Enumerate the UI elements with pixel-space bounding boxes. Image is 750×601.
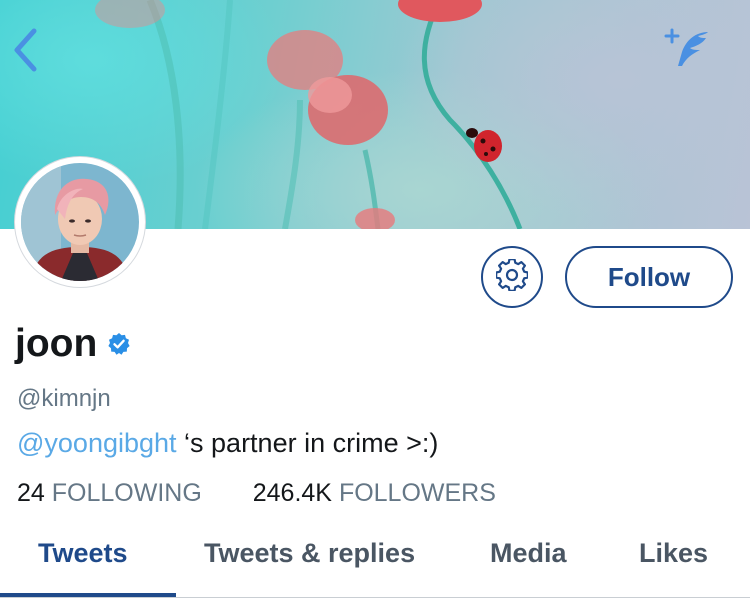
display-name-text: joon — [15, 322, 98, 365]
followers-label: FOLLOWERS — [338, 479, 496, 507]
following-stat[interactable]: 24 FOLLOWING — [17, 477, 202, 509]
compose-tweet-button[interactable] — [662, 26, 722, 76]
following-count: 24 — [17, 479, 45, 507]
following-label: FOLLOWING — [51, 479, 202, 507]
tab-tweets[interactable]: Tweets — [38, 538, 128, 569]
tab-tweets-and-replies[interactable]: Tweets & replies — [204, 538, 415, 569]
followers-count: 246.4K — [252, 479, 332, 507]
settings-button[interactable] — [481, 246, 543, 308]
follow-button[interactable]: Follow — [565, 246, 733, 308]
verified-badge-icon — [107, 332, 131, 356]
tab-likes[interactable]: Likes — [639, 538, 708, 569]
gear-icon — [495, 257, 529, 296]
back-button[interactable] — [12, 28, 52, 80]
tab-media[interactable]: Media — [490, 538, 567, 569]
avatar[interactable] — [15, 157, 145, 287]
profile-bio: @yoongibght ‘s partner in crime >:) — [17, 426, 438, 460]
display-name: joon — [15, 320, 131, 368]
tabs-divider — [0, 597, 750, 598]
bio-mention-link[interactable]: @yoongibght — [17, 428, 177, 458]
user-handle: @kimnjn — [17, 385, 111, 412]
profile-tabs: Tweets Tweets & replies Media Likes — [0, 522, 750, 598]
followers-stat[interactable]: 246.4K FOLLOWERS — [253, 477, 496, 509]
bio-text: ‘s partner in crime >:) — [176, 428, 439, 458]
profile-stats: 24 FOLLOWING 246.4K FOLLOWERS — [17, 477, 496, 509]
avatar-image — [21, 163, 139, 281]
